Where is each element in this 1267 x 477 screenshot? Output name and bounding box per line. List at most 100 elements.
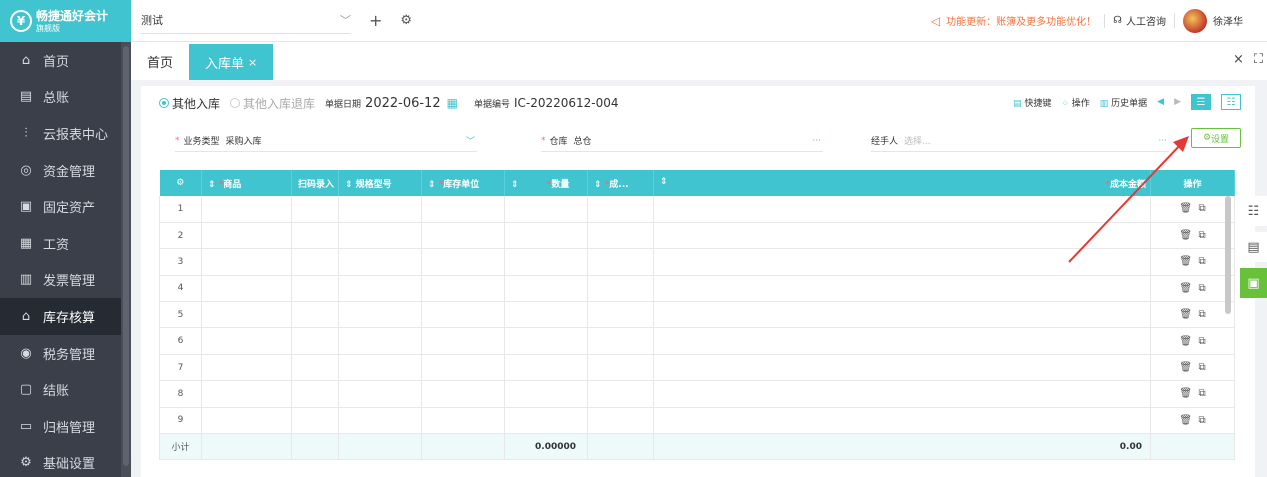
sidebar-item-close[interactable]: ▢ 结账	[0, 371, 131, 408]
sidebar-item-archive[interactable]: ▭ 归档管理	[0, 408, 131, 445]
table-cell[interactable]	[338, 196, 423, 223]
table-cell[interactable]	[291, 248, 340, 276]
sidebar-item-report[interactable]: ⫶ 云报表中心	[0, 115, 131, 152]
table-row[interactable]: 5 🗑 ⧉	[159, 301, 1235, 329]
table-scrollbar[interactable]	[1225, 196, 1231, 314]
support-button[interactable]: ☊ 人工咨询	[1113, 13, 1166, 28]
list-view-button[interactable]: ☰	[1191, 94, 1211, 110]
table-cell[interactable]	[338, 222, 423, 250]
table-cell[interactable]	[201, 275, 292, 303]
table-cell[interactable]	[338, 275, 423, 303]
table-row[interactable]: 9 🗑 ⧉	[159, 407, 1235, 435]
table-row[interactable]: 6 🗑 ⧉	[159, 327, 1235, 355]
table-cell[interactable]	[653, 380, 1151, 408]
fullscreen-icon[interactable]: ⛶	[1254, 52, 1263, 67]
copy-icon[interactable]: ⧉	[1198, 230, 1205, 241]
table-cell[interactable]	[201, 354, 292, 382]
table-cell[interactable]	[201, 380, 292, 408]
copy-icon[interactable]: ⧉	[1198, 336, 1205, 347]
radio-other-inbound-return[interactable]: 其他入库退库	[230, 95, 315, 112]
table-cell[interactable]	[421, 275, 506, 303]
table-cell[interactable]	[338, 407, 423, 435]
table-cell[interactable]	[421, 380, 506, 408]
table-cell[interactable]	[653, 354, 1151, 382]
header-amount[interactable]: ⇕ *成本金额	[653, 170, 1151, 196]
table-cell[interactable]	[504, 196, 589, 223]
table-cell[interactable]	[504, 380, 589, 408]
radio-other-inbound[interactable]: 其他入库	[159, 95, 220, 112]
table-cell[interactable]	[338, 354, 423, 382]
table-cell[interactable]	[587, 301, 655, 329]
header-qty[interactable]: ⇕ *数量	[504, 170, 589, 196]
tab-home[interactable]: 首页	[131, 42, 189, 80]
header-scan[interactable]: 扫码录入	[291, 170, 340, 196]
document-check-icon[interactable]: ▣	[1240, 268, 1267, 298]
detail-view-button[interactable]: ☷	[1221, 94, 1241, 110]
copy-icon[interactable]: ⧉	[1198, 362, 1205, 373]
table-cell[interactable]	[201, 196, 292, 223]
table-cell[interactable]	[504, 275, 589, 303]
table-cell[interactable]	[587, 354, 655, 382]
table-cell[interactable]	[587, 275, 655, 303]
table-cell[interactable]	[291, 222, 340, 250]
header-unit[interactable]: ⇕ *库存单位	[421, 170, 506, 196]
delete-icon[interactable]: 🗑	[1179, 230, 1192, 241]
app-logo[interactable]: ¥ 畅捷通好会计 旗舰版	[0, 0, 131, 42]
date-field[interactable]: 2022-06-12	[365, 96, 441, 111]
table-cell[interactable]	[587, 248, 655, 276]
sidebar-item-assets[interactable]: ▣ 固定资产	[0, 188, 131, 225]
sidebar-item-home[interactable]: ⌂ 首页	[0, 42, 131, 79]
table-cell[interactable]	[338, 327, 423, 355]
sidebar-item-salary[interactable]: ▦ 工资	[0, 225, 131, 262]
table-cell[interactable]	[504, 301, 589, 329]
table-cell[interactable]	[201, 248, 292, 276]
sidebar-item-settings[interactable]: ⚙ 基础设置	[0, 445, 131, 477]
warehouse-select[interactable]: * 仓库 总仓 ···	[541, 130, 823, 152]
table-cell[interactable]	[201, 407, 292, 435]
table-row[interactable]: 8 🗑 ⧉	[159, 380, 1235, 408]
table-cell[interactable]	[421, 196, 506, 223]
table-row[interactable]: 3 🗑 ⧉	[159, 248, 1235, 276]
table-cell[interactable]	[291, 327, 340, 355]
close-icon[interactable]: ×	[248, 56, 257, 69]
next-icon[interactable]: ▶	[1174, 97, 1181, 107]
account-select[interactable]: 测试 ﹀	[141, 8, 351, 34]
copy-icon[interactable]: ⧉	[1198, 309, 1205, 320]
gear-icon[interactable]: ⚙	[400, 13, 412, 28]
sidebar-item-ledger[interactable]: ▤ 总账	[0, 79, 131, 116]
update-notice[interactable]: ◁ 功能更新：账簿及更多功能优化！	[931, 13, 1096, 29]
delete-icon[interactable]: 🗑	[1179, 388, 1192, 399]
table-cell[interactable]	[587, 327, 655, 355]
header-product[interactable]: ⇕ *商品	[201, 170, 292, 196]
table-cell[interactable]	[338, 380, 423, 408]
user-name[interactable]: 徐泽华	[1213, 13, 1243, 28]
copy-icon[interactable]: ⧉	[1198, 283, 1205, 294]
sidebar-item-funds[interactable]: ◎ 资金管理	[0, 152, 131, 189]
header-unit-cost[interactable]: ⇕ *成...	[587, 170, 655, 196]
close-icon[interactable]: ×	[1233, 52, 1244, 67]
table-cell[interactable]	[421, 327, 506, 355]
column-settings[interactable]: ⚙	[159, 170, 202, 196]
table-cell[interactable]	[338, 301, 423, 329]
table-cell[interactable]	[421, 354, 506, 382]
history-button[interactable]: ▥ 历史单据	[1100, 96, 1147, 109]
delete-icon[interactable]: 🗑	[1179, 203, 1192, 214]
tab-inbound[interactable]: 入库单 ×	[189, 44, 274, 80]
delete-icon[interactable]: 🗑	[1179, 362, 1192, 373]
biz-type-select[interactable]: * 业务类型 采购入库 ﹀	[175, 130, 477, 152]
add-icon[interactable]: +	[369, 11, 382, 30]
table-cell[interactable]	[291, 196, 340, 223]
table-cell[interactable]	[504, 407, 589, 435]
table-cell[interactable]	[201, 327, 292, 355]
delete-icon[interactable]: 🗑	[1179, 415, 1192, 426]
table-cell[interactable]	[653, 327, 1151, 355]
table-cell[interactable]	[421, 222, 506, 250]
table-cell[interactable]	[587, 222, 655, 250]
table-cell[interactable]	[504, 222, 589, 250]
table-cell[interactable]	[653, 222, 1151, 250]
copy-icon[interactable]: ⧉	[1198, 388, 1205, 399]
table-cell[interactable]	[291, 301, 340, 329]
table-cell[interactable]	[291, 380, 340, 408]
table-cell[interactable]	[291, 407, 340, 435]
table-cell[interactable]	[653, 196, 1151, 223]
